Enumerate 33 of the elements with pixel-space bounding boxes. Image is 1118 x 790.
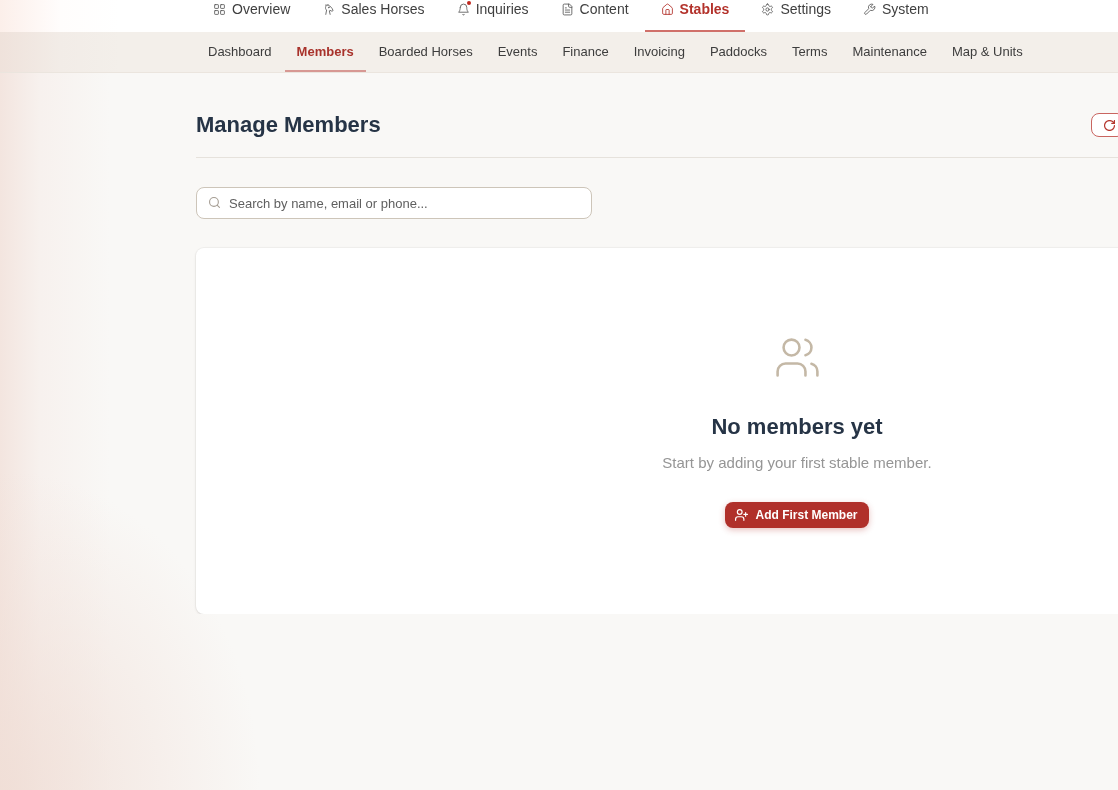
top-nav-tab[interactable]: Settings: [745, 0, 847, 32]
add-first-member-button[interactable]: Add First Member: [725, 502, 869, 528]
refresh-button[interactable]: [1091, 113, 1118, 137]
page-title: Manage Members: [196, 111, 381, 139]
wrench-icon: [863, 2, 876, 16]
sub-nav-tab[interactable]: Map & Units: [939, 32, 1035, 72]
sub-nav-tab[interactable]: Dashboard: [196, 32, 284, 72]
user-plus-icon: [735, 509, 749, 521]
sub-nav-tab[interactable]: Paddocks: [697, 32, 780, 72]
top-nav-tab[interactable]: Content: [544, 0, 645, 32]
grid-icon: [213, 2, 226, 16]
refresh-icon: [1104, 119, 1115, 131]
search-icon: [209, 197, 220, 208]
empty-state-message: Start by adding your first stable member.: [662, 453, 932, 473]
sub-nav-tab[interactable]: Terms: [780, 32, 840, 72]
sub-nav-tab[interactable]: Events: [485, 32, 550, 72]
house-icon: [660, 2, 674, 16]
sub-nav-tab[interactable]: Finance: [550, 32, 621, 72]
top-nav-tab[interactable]: Overview: [197, 0, 307, 32]
sub-nav-tab[interactable]: Members: [284, 32, 366, 72]
search-field[interactable]: Search by name, email or phone...: [196, 187, 592, 219]
sub-nav-tab[interactable]: Invoicing: [621, 32, 697, 72]
empty-state-title: No members yet: [711, 413, 883, 441]
sub-nav-tab[interactable]: Maintenance: [840, 32, 939, 72]
top-nav-tab[interactable]: Inquiries: [440, 0, 545, 32]
top-nav-tab[interactable]: System: [847, 0, 945, 32]
top-nav-tab[interactable]: Sales Horses: [306, 0, 441, 32]
bell-icon: [456, 2, 470, 16]
people-icon: [775, 338, 819, 377]
settings-icon: [761, 2, 775, 16]
sub-nav-tab[interactable]: Boarded Horses: [366, 32, 485, 72]
document-icon: [560, 2, 574, 16]
horse-head-icon: [322, 2, 336, 16]
